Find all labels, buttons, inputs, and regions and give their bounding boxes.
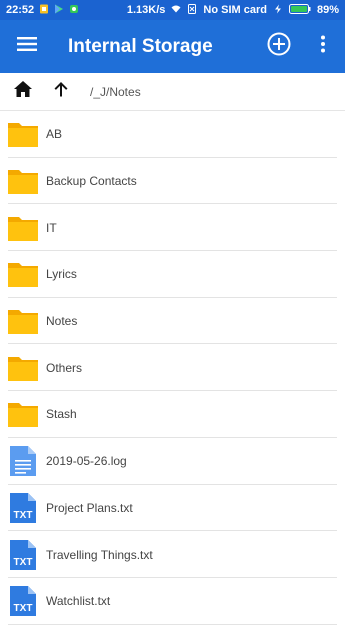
list-item[interactable]: Backup Contacts (0, 158, 345, 205)
file-list: AB Backup Contacts IT Lyrics Notes Other… (0, 111, 345, 625)
folder-icon (7, 212, 39, 244)
more-options-button[interactable] (301, 20, 345, 73)
status-bar: 22:52 1.13K/s No SIM card 89% (0, 0, 345, 20)
play-store-icon (54, 4, 64, 17)
app-bar-actions (257, 20, 345, 73)
list-item[interactable]: TXT Project Plans.txt (0, 485, 345, 532)
add-button[interactable] (257, 20, 301, 73)
sim-status: No SIM card (203, 4, 267, 16)
status-right: 1.13K/s No SIM card 89% (126, 3, 339, 17)
list-item[interactable]: Lyrics (0, 251, 345, 298)
no-sim-icon (187, 3, 197, 17)
txt-badge: TXT (14, 510, 33, 521)
file-name: Watchlist.txt (46, 594, 111, 609)
folder-icon (7, 305, 39, 337)
app-bar: Internal Storage (0, 20, 345, 73)
battery-icon (288, 3, 311, 17)
add-circle-icon (267, 32, 291, 61)
txt-file-icon: TXT (7, 539, 39, 571)
list-item[interactable]: AB (0, 111, 345, 158)
breadcrumb: /_J/Notes (90, 84, 141, 99)
hamburger-menu-icon (17, 36, 37, 57)
list-item[interactable]: IT (0, 204, 345, 251)
charging-icon (273, 4, 283, 17)
path-bar: /_J/Notes (0, 73, 345, 111)
list-item[interactable]: 2019-05-26.log (0, 438, 345, 485)
folder-icon (7, 258, 39, 290)
txt-file-icon: TXT (7, 492, 39, 524)
home-icon (13, 80, 33, 103)
folder-icon (7, 118, 39, 150)
list-item[interactable]: Notes (0, 298, 345, 345)
list-item[interactable]: Others (0, 344, 345, 391)
folder-icon (7, 398, 39, 430)
sim-notification-icon (39, 4, 49, 17)
page-title: Internal Storage (68, 35, 213, 57)
file-name: 2019-05-26.log (46, 454, 127, 469)
list-item[interactable]: TXT Travelling Things.txt (0, 531, 345, 578)
file-name: Others (46, 360, 83, 375)
list-item[interactable]: TXT Watchlist.txt (0, 578, 345, 625)
file-name: Backup Contacts (46, 174, 137, 189)
file-name: Notes (46, 314, 78, 329)
file-name: Travelling Things.txt (46, 547, 153, 562)
arrow-up-icon (52, 80, 70, 103)
folder-icon (7, 352, 39, 384)
file-name: Project Plans.txt (46, 500, 133, 515)
wifi-icon (171, 4, 181, 17)
battery-percent: 89% (316, 4, 339, 16)
txt-badge: TXT (14, 557, 33, 568)
status-time: 22:52 (6, 4, 35, 16)
menu-button[interactable] (0, 20, 54, 73)
more-vert-icon (320, 35, 326, 58)
file-name: Stash (46, 407, 77, 422)
file-name: IT (46, 220, 57, 235)
network-speed: 1.13K/s (126, 4, 166, 16)
file-name: Lyrics (46, 267, 77, 282)
file-name: AB (46, 127, 63, 142)
txt-file-icon: TXT (7, 585, 39, 617)
app-notification-icon (69, 4, 79, 17)
home-button[interactable] (4, 73, 42, 111)
folder-icon (7, 165, 39, 197)
up-button[interactable] (42, 73, 80, 111)
status-left: 22:52 (6, 4, 79, 17)
log-file-icon (7, 445, 39, 477)
list-item[interactable]: Stash (0, 391, 345, 438)
